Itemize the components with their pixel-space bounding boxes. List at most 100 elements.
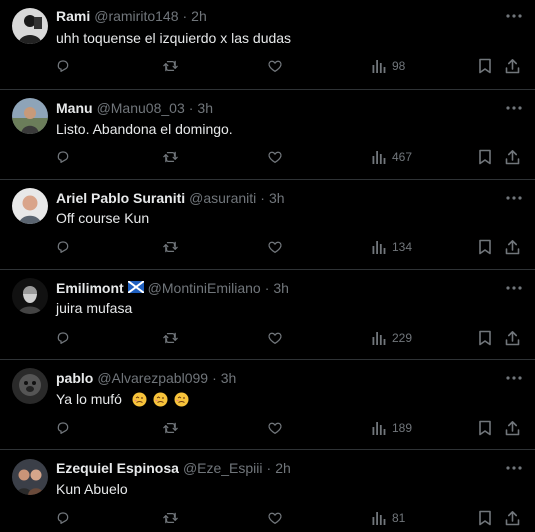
tweet-text: juira mufasa: [56, 300, 133, 316]
tweet[interactable]: Emilimont @MontiniEmiliano · 3h juira mu…: [0, 270, 535, 360]
user-handle[interactable]: @Eze_Espiii: [183, 458, 263, 478]
share-button[interactable]: [505, 508, 520, 528]
more-icon: [506, 466, 522, 470]
retweet-button[interactable]: [162, 56, 179, 76]
timestamp[interactable]: 3h: [269, 188, 285, 208]
views-icon: [372, 241, 386, 254]
user-handle[interactable]: @MontiniEmiliano: [148, 278, 261, 298]
tweet[interactable]: Rami @ramirito148 · 2h uhh toquense el i…: [0, 0, 535, 90]
views-icon: [372, 151, 386, 164]
display-name[interactable]: Ezequiel Espinosa: [56, 458, 179, 478]
tweet-actions: 189: [0, 418, 535, 438]
share-button[interactable]: [505, 418, 520, 438]
retweet-icon: [163, 332, 178, 344]
display-name[interactable]: pablo: [56, 368, 93, 388]
reply-button[interactable]: [55, 147, 71, 167]
reply-icon: [57, 60, 69, 72]
reply-icon: [57, 512, 69, 524]
bookmark-icon: [479, 58, 491, 74]
avatar[interactable]: [12, 459, 48, 495]
user-handle[interactable]: @asuraniti: [189, 188, 256, 208]
avatar[interactable]: [12, 8, 48, 44]
bookmark-button[interactable]: [478, 508, 492, 528]
more-icon: [506, 196, 522, 200]
display-name[interactable]: Ariel Pablo Suraniti: [56, 188, 185, 208]
tweet-header: Emilimont @MontiniEmiliano · 3h: [56, 278, 495, 298]
user-handle[interactable]: @Manu08_03: [97, 98, 185, 118]
like-button[interactable]: [267, 418, 283, 438]
more-button[interactable]: [503, 278, 525, 298]
retweet-button[interactable]: [162, 147, 179, 167]
bookmark-button[interactable]: [478, 418, 492, 438]
retweet-button[interactable]: [162, 237, 179, 257]
retweet-icon: [163, 60, 178, 72]
share-button[interactable]: [505, 328, 520, 348]
like-button[interactable]: [267, 56, 283, 76]
like-button[interactable]: [267, 147, 283, 167]
timestamp[interactable]: 2h: [275, 458, 291, 478]
like-button[interactable]: [267, 328, 283, 348]
tweet[interactable]: Ezequiel Espinosa @Eze_Espiii · 2h Kun A…: [0, 450, 535, 532]
like-button[interactable]: [267, 508, 283, 528]
more-icon: [506, 14, 522, 18]
more-button[interactable]: [503, 368, 525, 388]
views-icon: [372, 332, 386, 345]
views-icon: [372, 422, 386, 435]
views-button[interactable]: 98: [372, 56, 405, 76]
retweet-button[interactable]: [162, 508, 179, 528]
tweet[interactable]: Manu @Manu08_03 · 3h Listo. Abandona el …: [0, 90, 535, 180]
user-handle[interactable]: @Alvarezpabl099: [97, 368, 208, 388]
bookmark-button[interactable]: [478, 328, 492, 348]
tweet[interactable]: pablo @Alvarezpabl099 · 3h Ya lo mufó 18…: [0, 360, 535, 450]
reply-button[interactable]: [55, 56, 71, 76]
retweet-button[interactable]: [162, 328, 179, 348]
display-name[interactable]: Rami: [56, 6, 90, 26]
tweet-text: Listo. Abandona el domingo.: [56, 121, 233, 137]
user-handle[interactable]: @ramirito148: [94, 6, 178, 26]
woozy-face-icon: [132, 392, 147, 407]
avatar[interactable]: [12, 188, 48, 224]
reply-icon: [57, 422, 69, 434]
timestamp[interactable]: 3h: [273, 278, 289, 298]
share-button[interactable]: [505, 237, 520, 257]
reply-icon: [57, 332, 69, 344]
display-name[interactable]: Emilimont: [56, 278, 124, 298]
bookmark-icon: [479, 239, 491, 255]
views-button[interactable]: 134: [372, 237, 412, 257]
timestamp[interactable]: 3h: [197, 98, 213, 118]
more-button[interactable]: [503, 188, 525, 208]
reply-button[interactable]: [55, 418, 71, 438]
reply-button[interactable]: [55, 237, 71, 257]
views-button[interactable]: 467: [372, 147, 412, 167]
reply-button[interactable]: [55, 508, 71, 528]
share-button[interactable]: [505, 56, 520, 76]
share-icon: [505, 421, 520, 436]
display-name[interactable]: Manu: [56, 98, 93, 118]
tweet-text: Ya lo mufó: [56, 391, 122, 407]
bookmark-button[interactable]: [478, 56, 492, 76]
tweet[interactable]: Ariel Pablo Suraniti @asuraniti · 3h Off…: [0, 180, 535, 270]
timestamp[interactable]: 3h: [221, 368, 237, 388]
bookmark-button[interactable]: [478, 147, 492, 167]
retweet-button[interactable]: [162, 418, 179, 438]
bookmark-button[interactable]: [478, 237, 492, 257]
more-button[interactable]: [503, 98, 525, 118]
view-count: 134: [392, 240, 413, 254]
like-button[interactable]: [267, 237, 283, 257]
more-button[interactable]: [503, 6, 525, 26]
tweet-header: Ezequiel Espinosa @Eze_Espiii · 2h: [56, 458, 495, 478]
more-icon: [506, 106, 522, 110]
avatar[interactable]: [12, 368, 48, 404]
share-button[interactable]: [505, 147, 520, 167]
views-button[interactable]: 229: [372, 328, 412, 348]
more-button[interactable]: [503, 458, 525, 478]
like-icon: [268, 422, 282, 434]
reply-feed: Rami @ramirito148 · 2h uhh toquense el i…: [0, 0, 535, 532]
avatar[interactable]: [12, 278, 48, 314]
views-button[interactable]: 81: [372, 508, 405, 528]
reply-icon: [57, 151, 69, 163]
reply-button[interactable]: [55, 328, 71, 348]
avatar[interactable]: [12, 98, 48, 134]
timestamp[interactable]: 2h: [191, 6, 207, 26]
views-button[interactable]: 189: [372, 418, 412, 438]
